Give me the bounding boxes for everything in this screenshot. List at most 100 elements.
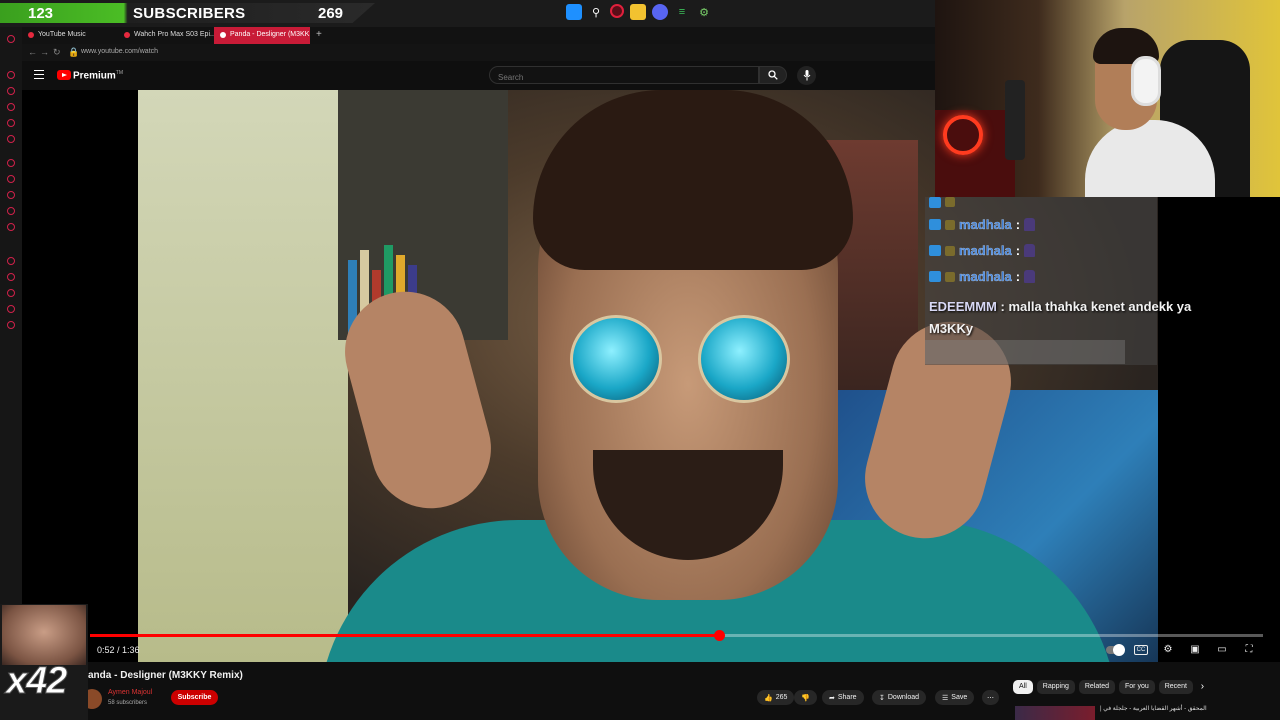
sidebar-app-icon[interactable]	[7, 191, 15, 199]
new-tab-button[interactable]: +	[310, 27, 328, 44]
share-button[interactable]: ➦ Share	[822, 690, 864, 705]
reload-icon[interactable]: ↻	[53, 47, 61, 58]
like-button[interactable]: 👍 265	[757, 690, 795, 705]
sidebar-app-icon[interactable]	[7, 87, 15, 95]
channel-name[interactable]: Aymen Majoul	[108, 689, 152, 696]
download-button[interactable]: ↧ Download	[872, 690, 927, 705]
opera-icon[interactable]	[610, 4, 624, 18]
chip-recent[interactable]: Recent	[1158, 680, 1193, 694]
save-button[interactable]: ☰ Save	[935, 690, 975, 705]
chip-all[interactable]: All	[1013, 680, 1033, 694]
forward-icon[interactable]: →	[40, 47, 49, 57]
chat-emote-icon	[1024, 244, 1036, 257]
address-bar: ← → ↻ 🔒 www.youtube.com/watch	[22, 44, 935, 61]
sidebar-app-icon[interactable]	[7, 135, 15, 143]
brand-label: Premium	[73, 70, 116, 82]
voice-search-button[interactable]	[797, 66, 816, 85]
like-count: 265	[775, 694, 788, 701]
subscriber-label: SUBSCRIBERS	[133, 5, 246, 22]
settings-gear-icon[interactable]: ⚙	[1161, 643, 1175, 656]
share-label: Share	[837, 694, 857, 701]
channel-subscriber-count: 58 subscribers	[108, 700, 148, 706]
sidebar-app-icon[interactable]	[7, 321, 15, 329]
chat-emote-icon	[1024, 270, 1036, 283]
sidebar-app-icon[interactable]	[7, 273, 15, 281]
sidebar-app-icon[interactable]	[7, 175, 15, 183]
search-box	[489, 66, 759, 86]
miniplayer-icon[interactable]: ▣	[1188, 643, 1202, 656]
theater-mode-icon[interactable]: ▭	[1215, 643, 1229, 656]
search-button[interactable]	[759, 66, 787, 84]
recommended-video-thumbnail[interactable]	[1015, 706, 1095, 720]
chip-for-you[interactable]: For you	[1119, 680, 1155, 694]
subscriber-goal: 269	[318, 5, 344, 22]
chat-badge-icon	[929, 219, 941, 230]
webcam-headset	[1131, 56, 1161, 106]
related-chips: All Rapping Related For you Recent ›	[1013, 680, 1208, 694]
tab-wahch-pro-max[interactable]: Wahch Pro Max S03 Epi...	[118, 27, 214, 44]
streamer-webcam	[935, 0, 1280, 197]
tab-panda-desligner[interactable]: Panda - Desligner (M3KK...	[214, 27, 310, 44]
chip-rapping[interactable]: Rapping	[1036, 680, 1075, 694]
captions-icon[interactable]: CC	[1134, 645, 1148, 655]
chat-message: madhala :	[929, 243, 1036, 258]
progress-bar[interactable]	[90, 630, 1263, 641]
chip-related[interactable]: Related	[1078, 680, 1115, 694]
fullscreen-icon[interactable]: ⛶	[1242, 643, 1256, 656]
download-label: Download	[887, 694, 920, 701]
chat-username: madhala	[959, 217, 1012, 232]
sidebar-app-icon[interactable]	[7, 289, 15, 297]
youtube-logo-icon[interactable]	[57, 70, 71, 80]
sidebar-app-icon[interactable]	[7, 223, 15, 231]
download-icon: ↧	[879, 694, 885, 702]
emote-combo-multiplier: x42	[5, 660, 67, 703]
laughing-emote-icon	[2, 605, 86, 665]
sidebar-app-icon[interactable]	[7, 305, 15, 313]
chat-username: madhala	[959, 243, 1012, 258]
thumbs-up-icon: 👍	[764, 694, 773, 702]
stream-overlay-bar: 123 SUBSCRIBERS 269 ⚲ ≡ ⚙	[0, 0, 935, 27]
sidebar-app-icon[interactable]	[7, 35, 15, 43]
chat-message: EDEEMMM : malla thahka kenet andekk ya M…	[929, 299, 1192, 336]
chat-badge-icon	[929, 271, 941, 282]
dislike-button[interactable]: 👎	[794, 690, 817, 705]
subscribe-button[interactable]: Subscribe	[171, 690, 218, 705]
hamburger-menu-icon[interactable]	[34, 70, 44, 79]
stream-chat-overlay: madhala : madhala : madhala : EDEEMMM : …	[925, 196, 1191, 365]
back-icon[interactable]: ←	[28, 47, 37, 57]
recommended-video-title[interactable]: | المحقق - أشهر القضايا العربية - جلجلة …	[1100, 705, 1207, 712]
chat-username: madhala	[959, 269, 1012, 284]
chat-message: madhala :	[929, 269, 1036, 284]
windows-start-icon[interactable]	[566, 4, 582, 20]
lock-icon: 🔒	[68, 47, 80, 57]
sidebar-app-icon[interactable]	[7, 159, 15, 167]
sidebar-app-icon[interactable]	[7, 207, 15, 215]
app-icon[interactable]: ≡	[674, 4, 690, 20]
screen: 123 SUBSCRIBERS 269 ⚲ ≡ ⚙ YouTube Music …	[0, 0, 1280, 720]
sidebar-app-icon[interactable]	[7, 257, 15, 265]
chips-next-icon[interactable]: ›	[1197, 680, 1208, 694]
sidebar-app-icon[interactable]	[7, 103, 15, 111]
taskbar: ⚲ ≡ ⚙	[566, 4, 712, 20]
sunglasses-left-lens	[570, 315, 662, 403]
youtube-brand: PremiumTM	[73, 70, 123, 81]
search-icon[interactable]: ⚲	[588, 4, 604, 20]
folder-icon[interactable]	[630, 4, 646, 20]
autoplay-toggle[interactable]	[1104, 643, 1126, 656]
progress-played	[90, 634, 720, 637]
more-actions-button[interactable]: ⋯	[982, 690, 999, 705]
tab-label: YouTube Music	[38, 31, 86, 38]
discord-icon[interactable]	[652, 4, 668, 20]
chat-badge-icon	[945, 197, 955, 207]
chat-badge-icon	[945, 245, 955, 256]
url-input[interactable]: www.youtube.com/watch	[81, 48, 158, 55]
search-input[interactable]	[490, 69, 758, 86]
chat-badge-icon	[929, 245, 941, 256]
video-hair	[533, 90, 853, 270]
tab-youtube-music[interactable]: YouTube Music	[22, 27, 118, 44]
chat-badge-icon	[945, 271, 955, 282]
sidebar-app-icon[interactable]	[7, 71, 15, 79]
sidebar-app-icon[interactable]	[7, 119, 15, 127]
settings-icon[interactable]: ⚙	[696, 4, 712, 20]
chat-badge-icon	[929, 196, 941, 208]
